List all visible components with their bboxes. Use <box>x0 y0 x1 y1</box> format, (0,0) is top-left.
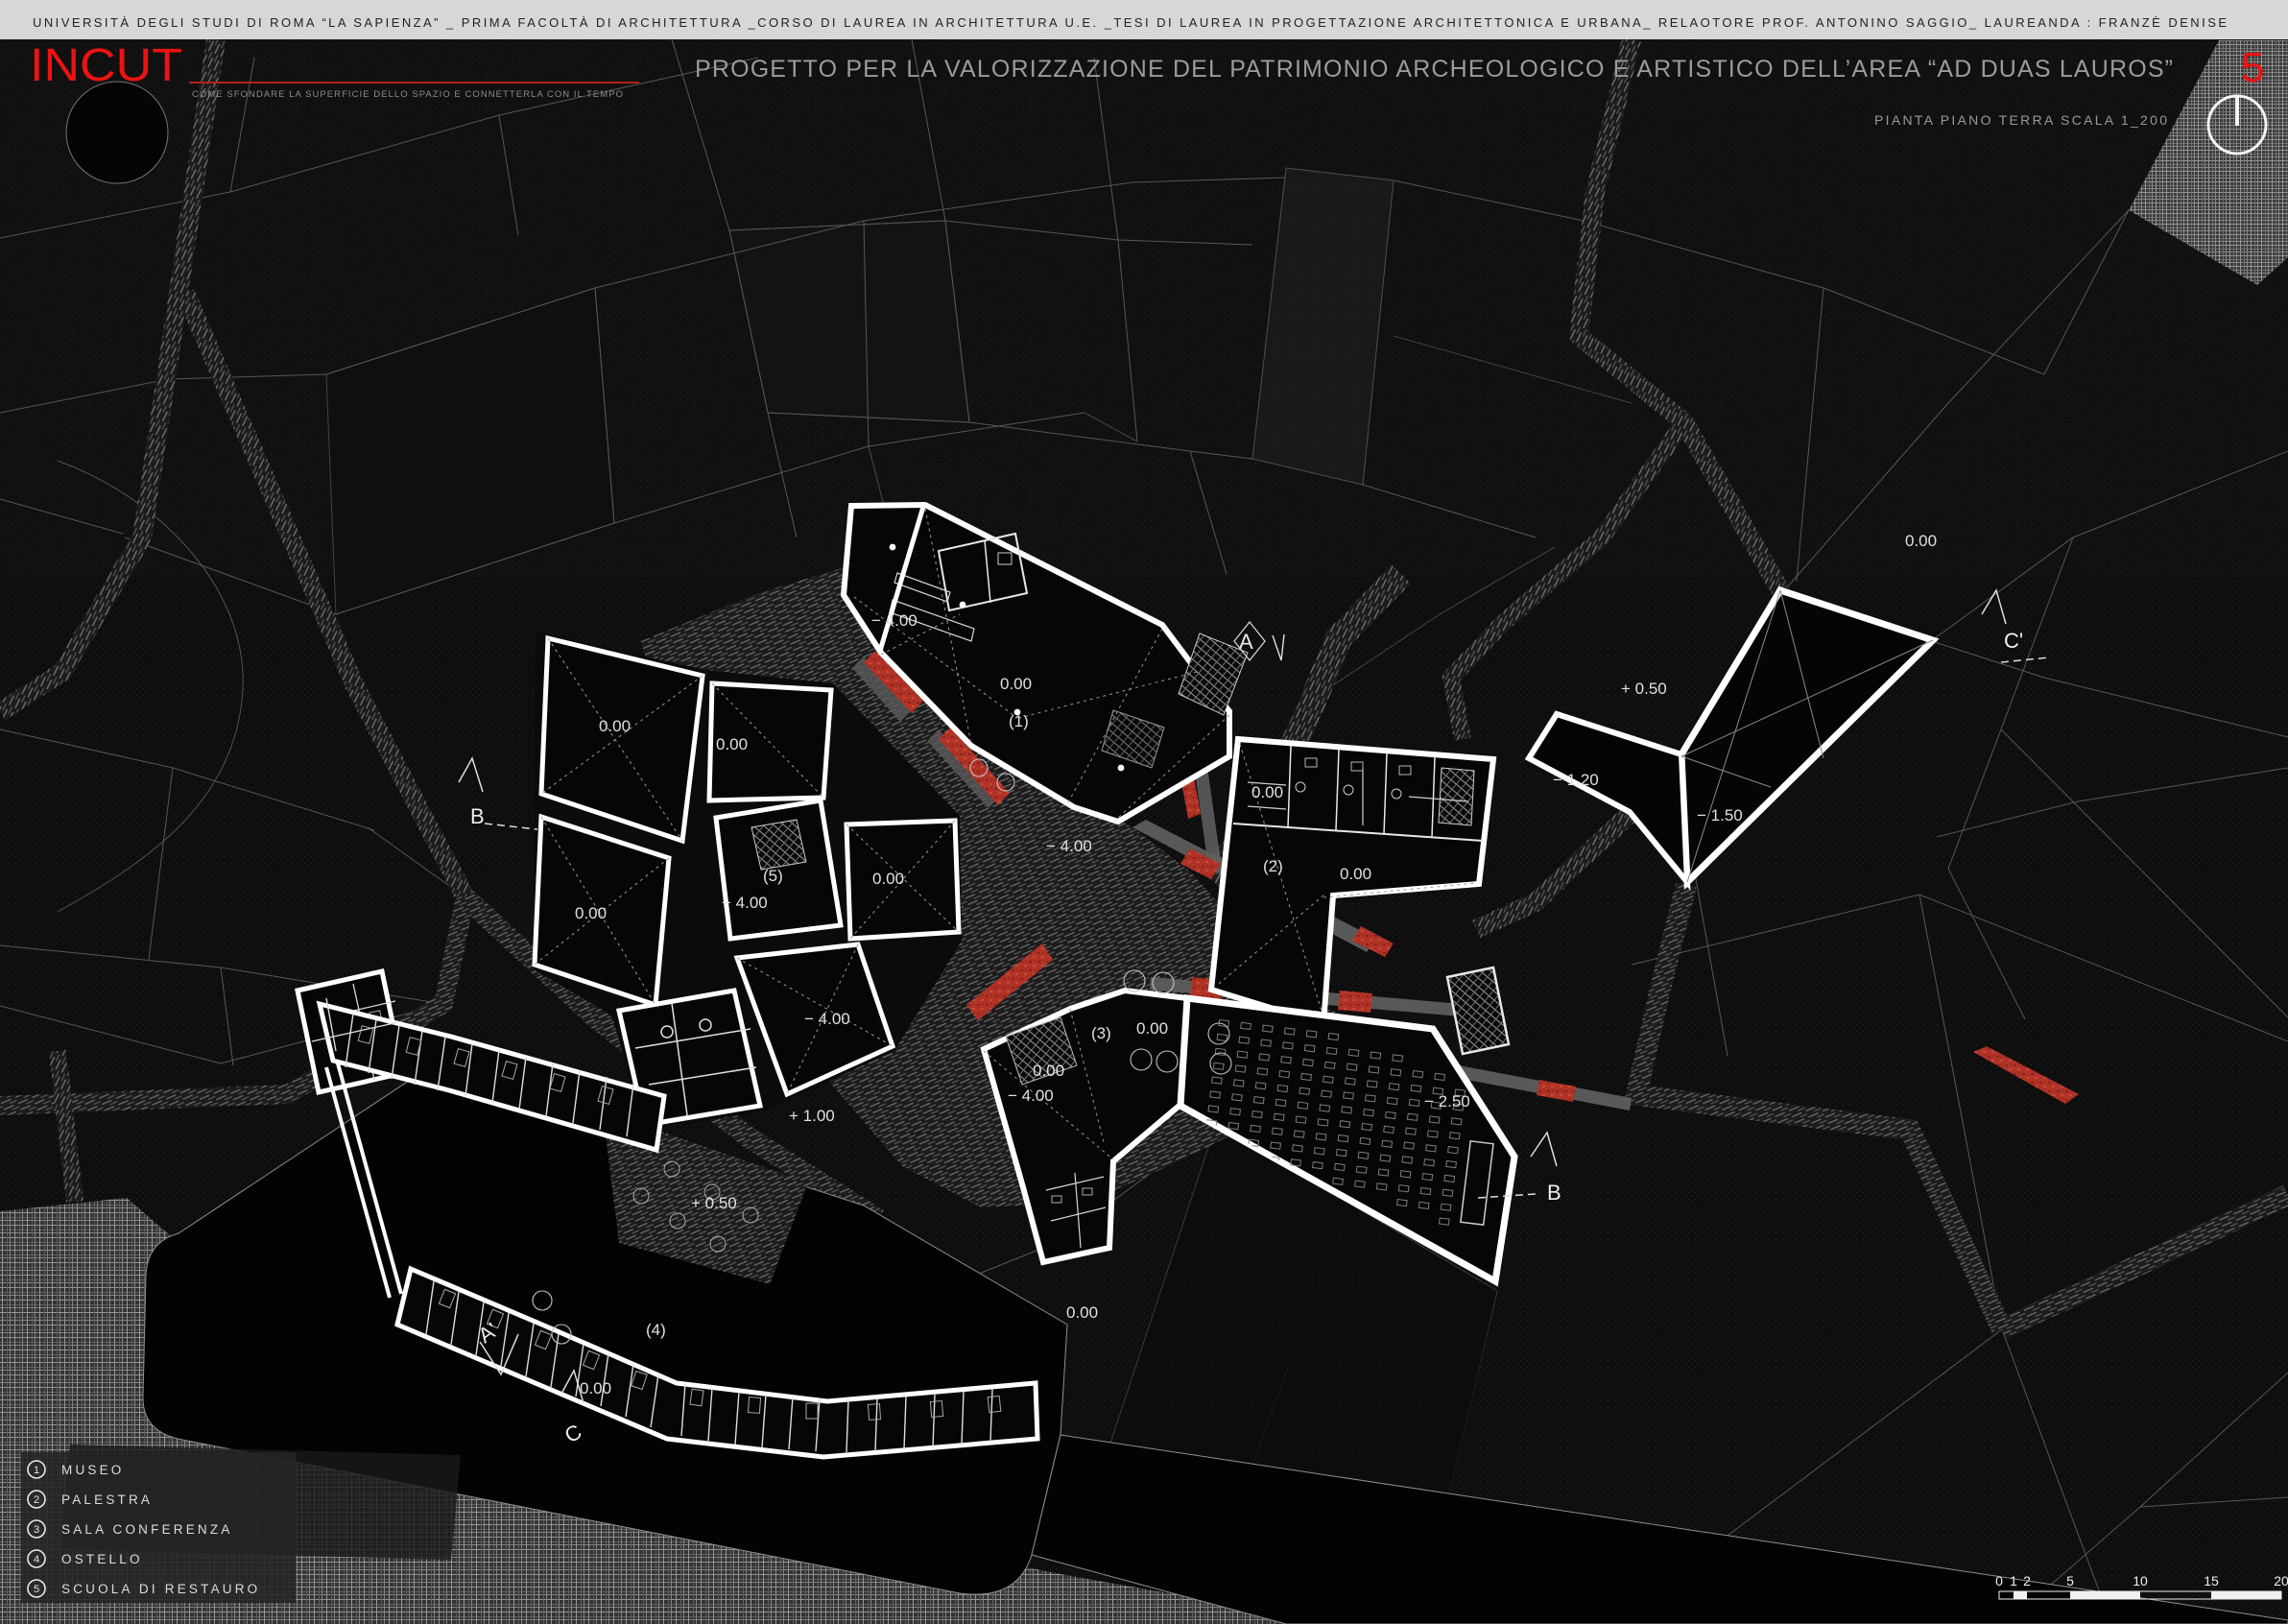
svg-text:1: 1 <box>2010 1573 2017 1588</box>
svg-text:0.00: 0.00 <box>599 717 631 735</box>
svg-text:(4): (4) <box>646 1321 666 1339</box>
svg-text:5: 5 <box>2241 44 2264 91</box>
svg-text:20: 20 <box>2274 1573 2288 1588</box>
svg-text:− 4.00: − 4.00 <box>1046 837 1092 855</box>
svg-text:0.00: 0.00 <box>1066 1303 1098 1322</box>
svg-text:+ 1.00: + 1.00 <box>789 1107 835 1125</box>
svg-text:− 4.00: − 4.00 <box>1008 1087 1054 1105</box>
svg-text:15: 15 <box>2204 1573 2219 1588</box>
svg-text:1: 1 <box>34 1465 39 1476</box>
svg-text:2: 2 <box>2023 1573 2031 1588</box>
svg-text:0.00: 0.00 <box>1251 783 1283 801</box>
svg-text:SCUOLA DI RESTAURO: SCUOLA DI RESTAURO <box>61 1582 260 1596</box>
svg-text:PALESTRA: PALESTRA <box>61 1493 153 1507</box>
svg-text:0: 0 <box>1995 1573 2003 1588</box>
svg-text:SALA CONFERENZA: SALA CONFERENZA <box>61 1522 233 1537</box>
svg-text:− 4.00: − 4.00 <box>804 1010 850 1028</box>
svg-text:0.00: 0.00 <box>1905 532 1937 550</box>
svg-text:(5): (5) <box>763 867 783 885</box>
svg-text:− 1.50: − 1.50 <box>1697 806 1743 824</box>
svg-text:− 2.50: − 2.50 <box>1424 1092 1470 1111</box>
svg-text:C': C' <box>2004 629 2023 653</box>
svg-text:(3): (3) <box>1091 1024 1111 1042</box>
svg-text:(1): (1) <box>1009 712 1029 730</box>
svg-text:COME SFONDARE LA SUPERFICIE DE: COME SFONDARE LA SUPERFICIE DELLO SPAZIO… <box>192 89 623 100</box>
svg-text:0.00: 0.00 <box>872 870 904 888</box>
svg-text:OSTELLO: OSTELLO <box>61 1552 143 1566</box>
svg-text:− 4.00: − 4.00 <box>722 894 768 912</box>
svg-text:PROGETTO PER LA VALORIZZAZIONE: PROGETTO PER LA VALORIZZAZIONE DEL PATRI… <box>695 56 2173 83</box>
svg-text:3: 3 <box>34 1524 39 1536</box>
svg-text:5: 5 <box>34 1584 39 1595</box>
svg-text:0.00: 0.00 <box>1000 675 1032 693</box>
svg-text:10: 10 <box>2133 1573 2148 1588</box>
svg-text:0.00: 0.00 <box>716 735 748 753</box>
svg-text:A: A <box>1239 630 1253 654</box>
svg-text:− 1.20: − 1.20 <box>1553 771 1599 789</box>
svg-text:0.00: 0.00 <box>580 1379 611 1397</box>
svg-text:PIANTA PIANO TERRA SCALA 1_200: PIANTA PIANO TERRA SCALA 1_200 <box>1874 112 2167 128</box>
svg-text:B: B <box>470 804 485 828</box>
svg-text:B: B <box>1547 1181 1561 1205</box>
svg-text:2: 2 <box>34 1494 39 1506</box>
svg-text:0.00: 0.00 <box>1340 865 1371 883</box>
svg-text:0.00: 0.00 <box>1033 1062 1064 1080</box>
svg-text:− 4.00: − 4.00 <box>871 611 918 630</box>
svg-text:+ 0.50: + 0.50 <box>1621 680 1667 698</box>
svg-text:0.00: 0.00 <box>1136 1019 1168 1038</box>
svg-text:+ 0.50: + 0.50 <box>691 1194 737 1212</box>
svg-text:0.00: 0.00 <box>575 904 607 922</box>
svg-text:(2): (2) <box>1263 857 1283 875</box>
svg-text:MUSEO: MUSEO <box>61 1463 125 1477</box>
svg-text:5: 5 <box>2066 1573 2074 1588</box>
svg-text:4: 4 <box>34 1554 39 1565</box>
